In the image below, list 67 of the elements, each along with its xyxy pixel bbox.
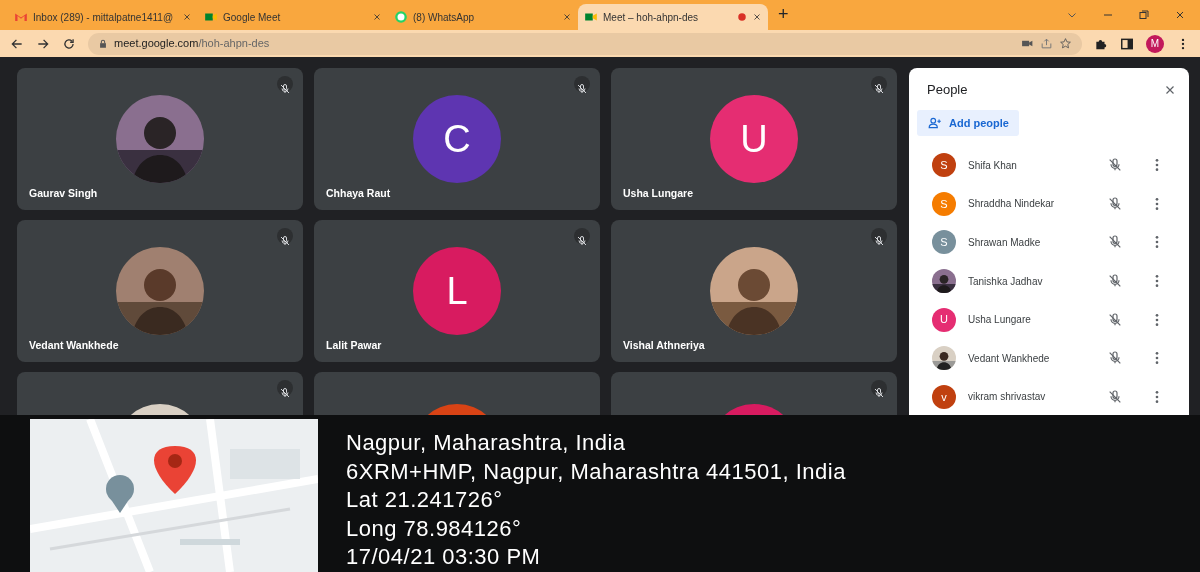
location-text: Lat 21.241726° <box>346 486 504 514</box>
participant-name: Shrawan Madke <box>968 236 1042 250</box>
participant-name: Shifa Khan <box>968 158 1018 173</box>
participant-row[interactable]: Vedant Wankhede <box>927 338 1177 378</box>
mic-off-icon <box>574 228 590 244</box>
chat-icon <box>394 10 408 24</box>
share-icon[interactable] <box>1040 37 1053 50</box>
mic-off-icon <box>871 228 887 244</box>
reload-icon[interactable] <box>62 36 76 51</box>
avatar: S <box>932 191 956 216</box>
location-text: Nagpur, Maharashtra, India <box>346 429 627 457</box>
participant-row[interactable]: v vikram shrivastav <box>927 377 1177 415</box>
close-icon[interactable] <box>562 12 572 22</box>
avatar: v <box>932 384 956 409</box>
mic-off-icon <box>871 76 887 92</box>
participant-row[interactable]: S Shifa Khan <box>927 146 1177 185</box>
participant-name: Gaurav Singh <box>29 186 98 202</box>
mic-off-icon <box>277 228 293 244</box>
participant-name: Vedant Wankhede <box>968 351 1051 366</box>
mic-off-icon <box>871 380 887 396</box>
url-text: meet.google.com/hoh-ahpn-des <box>114 36 270 52</box>
add-people-button[interactable]: Add people <box>917 109 1019 136</box>
profile-avatar[interactable]: M <box>1146 34 1164 53</box>
participant-name: vikram shrivastav <box>968 390 1047 405</box>
participant-row[interactable]: S Shrawan Madke <box>927 223 1177 262</box>
mic-off-icon[interactable] <box>1107 195 1123 212</box>
participant-name: Vedant Wankhede <box>29 338 119 354</box>
browser-tab[interactable]: Google Meet <box>198 4 388 30</box>
avatar: C <box>413 95 501 183</box>
avatar: L <box>413 247 501 335</box>
participant-row[interactable]: U Usha Lungare <box>927 300 1177 339</box>
mic-off-icon[interactable] <box>1107 388 1123 405</box>
add-person-icon <box>927 115 943 130</box>
avatar: S <box>932 230 956 255</box>
browser-tab[interactable]: Meet – hoh-ahpn-des <box>578 4 768 30</box>
participant-name: Shraddha Nindekar <box>968 197 1056 212</box>
location-text: Long 78.984126° <box>346 514 523 543</box>
participant-name: Usha Lungare <box>623 186 693 202</box>
mic-off-icon <box>277 380 293 396</box>
close-icon[interactable] <box>1174 9 1186 21</box>
lock-icon <box>98 38 108 49</box>
browser-tab[interactable]: (8) WhatsApp <box>388 4 578 30</box>
participant-name: Chhaya Raut <box>326 186 391 202</box>
mic-off-icon <box>574 76 590 92</box>
close-icon[interactable] <box>372 12 382 22</box>
avatar: U <box>932 307 956 332</box>
participant-name: Vishal Athneriya <box>623 338 705 354</box>
restore-icon[interactable] <box>1138 9 1150 21</box>
participant-name: Usha Lungare <box>968 313 1032 328</box>
new-tab-button[interactable]: + <box>768 0 799 30</box>
mic-off-icon <box>277 76 293 92</box>
location-text: 6XRM+HMP, Nagpur, Maharashtra 441501, India <box>346 457 846 486</box>
location-text: 17/04/21 03:30 PM <box>346 543 542 571</box>
close-icon[interactable] <box>752 12 762 22</box>
avatar: U <box>710 95 798 183</box>
participant-name: Tanishka Jadhav <box>968 274 1044 289</box>
star-icon[interactable] <box>1059 37 1072 50</box>
address-bar[interactable]: meet.google.com/hoh-ahpn-des <box>88 32 1082 55</box>
close-icon[interactable] <box>182 12 192 22</box>
avatar: S <box>932 153 956 178</box>
participant-name: Lalit Pawar <box>326 338 382 354</box>
panel-title: People <box>927 81 968 99</box>
browser-tab[interactable]: Inbox (289) - mittalpatne1411@ <box>8 4 198 30</box>
side-panel-icon[interactable] <box>1120 36 1134 51</box>
participant-row[interactable]: S Shraddha Nindekar <box>927 184 1177 224</box>
participant-row[interactable]: Tanishka Jadhav <box>927 261 1177 301</box>
mic-off-icon[interactable] <box>1107 311 1123 328</box>
